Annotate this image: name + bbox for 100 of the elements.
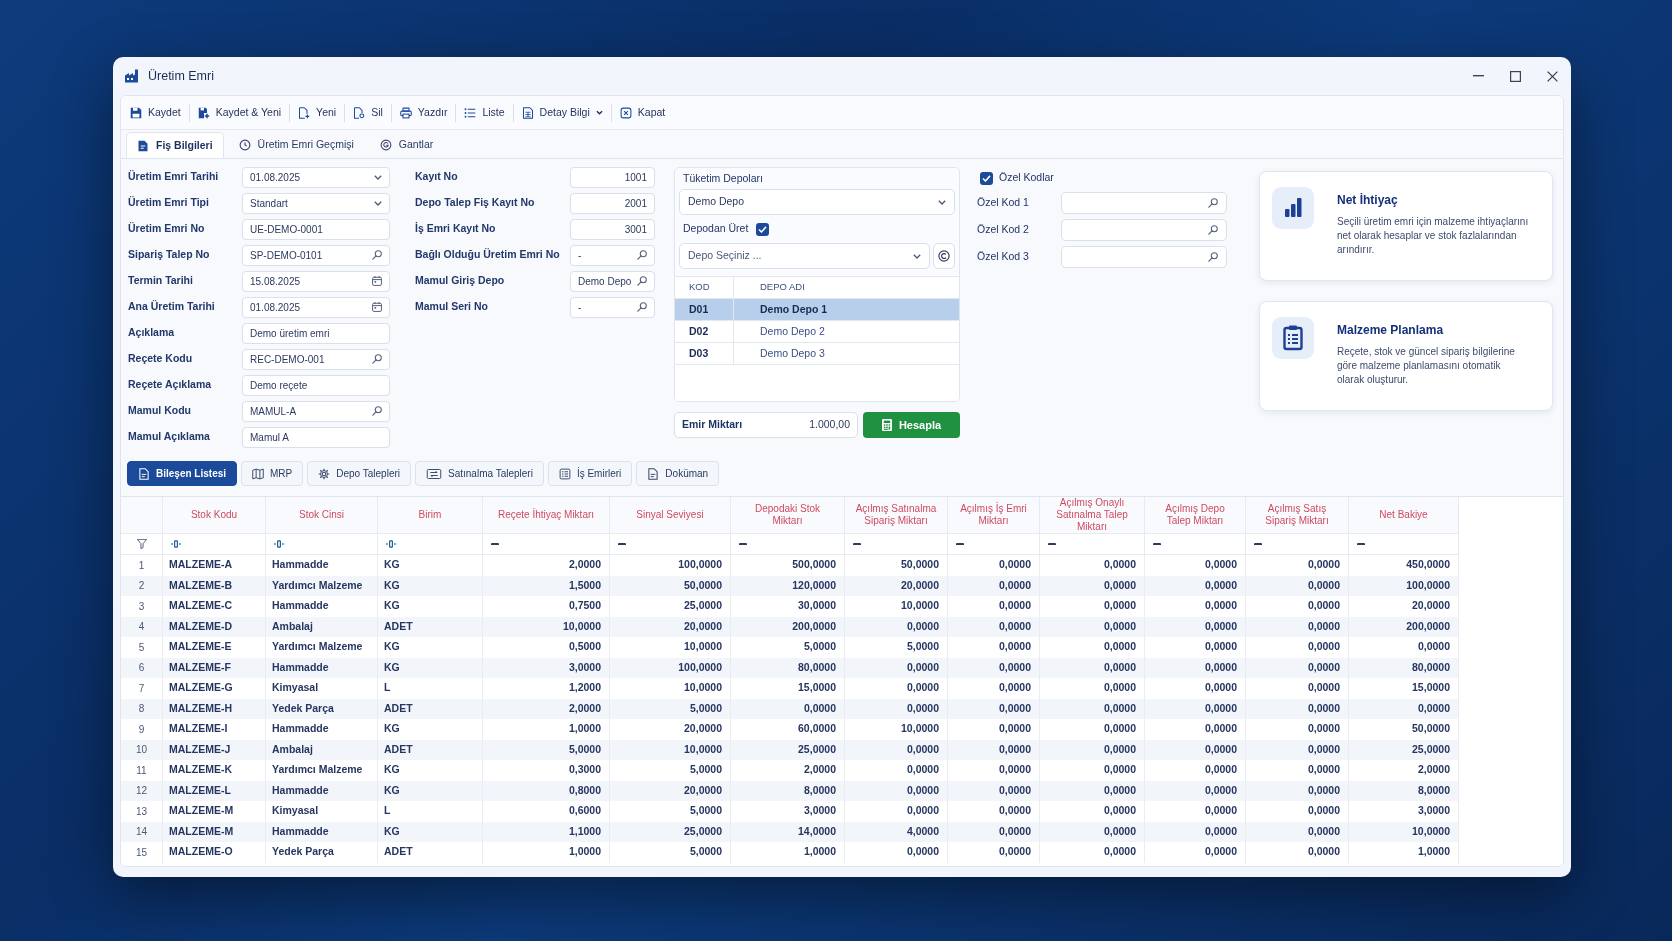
column-header[interactable]: Açılmış Satınalma Sipariş Miktarı [845,497,948,534]
table-cell: 0,0000 [1246,616,1349,637]
dropdown[interactable]: Demo Depo [679,189,955,215]
dash-icon[interactable] [491,542,499,546]
lookup-field[interactable]: REC-DEMO-001 [242,348,390,370]
tab[interactable]: Üretim Emri Geçmişi [227,132,365,158]
tab[interactable]: Satınalma Talepleri [415,461,544,486]
toolbar-button[interactable]: Kaydet [125,99,186,126]
maximize-icon[interactable] [1510,70,1521,82]
table-cell: 0,0000 [948,821,1040,842]
row-number: 6 [121,657,163,678]
field-label: Üretim Emri No [128,221,206,237]
text-field[interactable]: UE-DEMO-0001 [242,218,390,240]
lookup-field[interactable]: - [570,244,655,266]
quantity-field[interactable]: Emir Miktarı 1.000,00 [674,412,858,438]
tab[interactable]: Depo Talepleri [307,461,411,486]
date-field[interactable]: 01.08.2025 [242,296,390,318]
tab[interactable]: Fiş Bilgileri [126,132,224,158]
tab[interactable]: MRP [241,461,304,486]
toolbar-button[interactable]: Liste [459,99,510,126]
toolbar-button[interactable]: Kapat [614,99,671,126]
toolbar-button[interactable]: Yeni [293,99,342,126]
table-cell: 0,0000 [1145,575,1246,596]
column-header[interactable]: Depodaki Stok Miktarı [731,497,845,534]
table-row[interactable]: D03 Demo Depo 3 [675,343,959,365]
dash-icon[interactable] [1153,542,1161,546]
dash-icon[interactable] [739,542,747,546]
info-card[interactable]: Malzeme Planlama Reçete, stok ve güncel sipariş bilgilerine göre malzeme planlamasını otomatik olarak oluşturur. [1259,301,1553,411]
dash-icon[interactable] [1254,542,1262,546]
column-header[interactable]: Net Bakiye [1349,497,1459,534]
lookup-field[interactable]: SP-DEMO-0101 [242,244,390,266]
table-cell: 100,0000 [1349,575,1459,596]
toolbar-button[interactable]: Detay Bilgi [516,99,608,126]
lookup-field[interactable]: MAMUL-A [242,400,390,422]
text-field[interactable]: Mamul A [242,426,390,448]
toolbar-button[interactable]: Sil [348,99,388,126]
dotted-bar-icon[interactable] [386,540,396,548]
close-icon[interactable] [1547,70,1558,82]
column-header[interactable]: Açılmış İş Emri Miktarı [948,497,1040,534]
lookup-field[interactable] [1061,219,1227,241]
text-field[interactable]: Demo reçete [242,374,390,396]
number-field[interactable]: 2001 [570,192,655,214]
dropdown[interactable]: 01.08.2025 [242,166,390,188]
number-field[interactable]: 1001 [570,166,655,188]
column-header[interactable]: Açılmış Onaylı Satınalma Talep Miktarı [1040,497,1145,534]
field-label: Özel Kod 1 [977,195,1030,211]
tab[interactable]: Gantlar [368,132,445,158]
lookup-field[interactable]: - [570,296,655,318]
number-field[interactable]: 3001 [570,218,655,240]
lookup-field[interactable] [1061,246,1227,268]
table-cell: 25,0000 [1349,739,1459,760]
table-cell: MALZEME-L [163,780,266,801]
text-field[interactable]: Demo üretim emri [242,322,390,344]
checkbox[interactable] [980,171,993,185]
lookup-field[interactable]: Demo Depo [570,270,655,292]
checkbox[interactable] [756,222,770,236]
gear-icon [318,467,331,480]
dropdown[interactable]: Depo Seçiniz ... [679,243,930,269]
lookup-field[interactable] [1061,192,1227,214]
dash-icon[interactable] [618,542,626,546]
calendar-icon [372,276,382,286]
table-cell: MALZEME-B [163,575,266,596]
calculate-button[interactable]: Hesapla [863,412,960,438]
filter-icon[interactable] [136,539,147,549]
column-header[interactable]: Açılmış Satış Sipariş Miktarı [1246,497,1349,534]
info-card[interactable]: Net İhtiyaç Seçili üretim emri için malzeme ihtiyaçlarını net olarak hesaplar ve stok fazlalarından arındırır. [1259,171,1553,281]
column-header[interactable]: Açılmış Depo Talep Miktarı [1145,497,1246,534]
dropdown[interactable]: Standart [242,192,390,214]
table-cell: Hammadde [266,657,378,678]
icon-button[interactable] [933,243,955,269]
tab[interactable]: Doküman [636,461,720,486]
tab[interactable]: Bileşen Listesi [127,461,238,486]
toolbar-button[interactable]: Yazdır [394,99,453,126]
column-header[interactable]: Sinyal Seviyesi [610,497,731,534]
checkbox-label: Özel Kodlar [999,170,1054,186]
table-row[interactable]: D02 Demo Depo 2 [675,321,959,343]
table-row[interactable]: D01 Demo Depo 1 [675,299,959,321]
table-cell: 0,0000 [845,616,948,637]
dash-icon[interactable] [853,542,861,546]
dash-icon[interactable] [1048,542,1056,546]
table-cell: 0,0000 [1246,698,1349,719]
minimize-icon[interactable] [1473,75,1484,77]
column-header[interactable]: Stok Kodu [163,497,266,534]
toolbar-button[interactable]: Kaydet & Yeni [192,99,287,126]
date-field[interactable]: 15.08.2025 [242,270,390,292]
field-label: Reçete Açıklama [128,377,213,393]
column-header[interactable]: Stok Cinsi [266,497,378,534]
tab[interactable]: İş Emirleri [547,461,633,486]
dash-icon[interactable] [956,542,964,546]
dotted-bar-icon[interactable] [274,540,284,548]
table-cell: 200,0000 [1349,616,1459,637]
table-cell: 0,0000 [1145,698,1246,719]
search-icon [372,250,382,260]
dotted-bar-icon[interactable] [171,540,181,548]
table-cell: 1,1000 [483,821,610,842]
table-cell: 5,0000 [483,739,610,760]
dash-icon[interactable] [1357,542,1365,546]
column-header[interactable]: Reçete İhtiyaç Miktarı [483,497,610,534]
column-header: DEPO ADI [759,280,806,295]
column-header[interactable]: Birim [378,497,483,534]
